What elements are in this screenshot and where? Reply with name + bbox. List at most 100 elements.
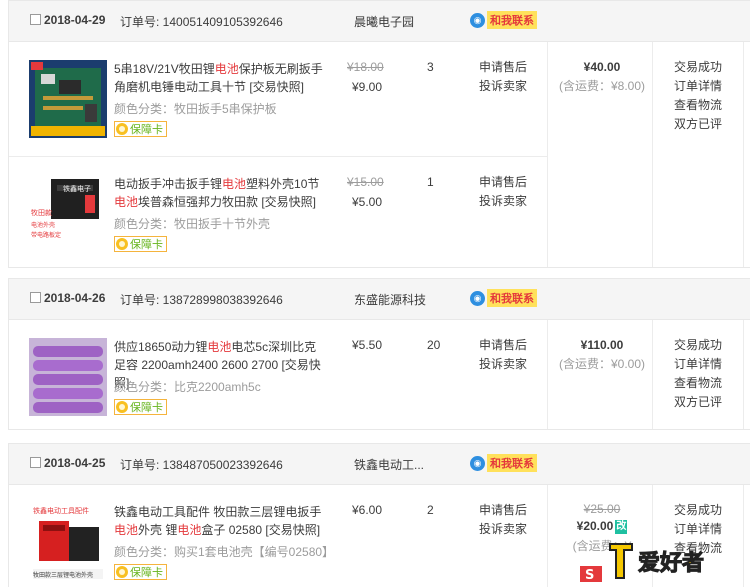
unit-price: ¥5.00	[352, 195, 383, 209]
order-number: 订单号: 138487050023392646	[120, 458, 283, 472]
order-item: 铁鑫电子 牧田款 电池外壳 带电路板定 电动扳手冲击扳手锂电池塑料外壳10节电池…	[9, 156, 547, 268]
quantity: 20	[427, 338, 441, 352]
order-item: 供应18650动力锂电池电芯5c深圳比克足容 2200amh2400 2600 …	[9, 320, 750, 430]
product-thumbnail[interactable]	[29, 338, 107, 416]
after-sales-links: 申请售后 投诉卖家	[479, 336, 527, 374]
review-status: 双方已评	[674, 395, 723, 409]
quantity: 2	[427, 503, 434, 517]
shipping-fee: (含运费：¥8.00)	[558, 79, 646, 93]
wangwang-icon: ◉	[470, 290, 485, 306]
column-divider	[652, 320, 653, 429]
trade-status: 交易成功	[674, 503, 723, 517]
svg-text:S: S	[585, 568, 594, 583]
price-changed-tag: 改	[615, 519, 628, 534]
column-divider	[547, 42, 548, 267]
product-thumbnail[interactable]	[29, 60, 107, 138]
order-status-links: 交易成功 订单详情 查看物流 双方已评	[674, 58, 722, 134]
product-thumbnail[interactable]: 铁鑫电动工具配件 牧田款三层锂电池外壳	[29, 503, 107, 581]
contact-seller-label: 和我联系	[487, 454, 537, 472]
after-sales-links: 申请售后 投诉卖家	[479, 173, 527, 211]
complain-seller-link[interactable]: 投诉卖家	[479, 192, 527, 211]
view-logistics-link[interactable]: 查看物流	[674, 96, 722, 115]
original-price: ¥18.00	[347, 60, 384, 74]
product-thumbnail[interactable]: 铁鑫电子 牧田款 电池外壳 带电路板定	[29, 175, 107, 253]
shield-badge-icon	[116, 238, 128, 250]
order-header: 2018-04-25 订单号: 138487050023392646 铁鑫电动工…	[9, 444, 750, 485]
contact-seller-label: 和我联系	[487, 289, 537, 307]
wangwang-icon: ◉	[470, 455, 485, 471]
apply-after-sales-link[interactable]: 申请售后	[479, 336, 527, 355]
shop-name[interactable]: 铁鑫电动工...	[354, 456, 424, 473]
order-detail-link[interactable]: 订单详情	[674, 520, 722, 539]
shop-name[interactable]: 晨曦电子园	[354, 13, 414, 30]
order-total: ¥110.00 (含运费：¥0.00)	[554, 338, 650, 372]
svg-text:铁鑫电动工具配件: 铁鑫电动工具配件	[33, 506, 89, 515]
product-sku: 颜色分类：购买1套电池壳【编号02580】	[114, 545, 335, 559]
product-sku: 颜色分类：牧田扳手5串保护板	[114, 102, 277, 116]
complain-seller-link[interactable]: 投诉卖家	[479, 355, 527, 374]
after-sales-links: 申请售后 投诉卖家	[479, 501, 527, 539]
apply-after-sales-link[interactable]: 申请售后	[479, 58, 527, 77]
shield-badge-icon	[116, 401, 128, 413]
order-date: 2018-04-25	[44, 456, 106, 470]
quantity: 3	[427, 60, 434, 74]
total-amount: ¥110.00	[580, 338, 624, 352]
product-title[interactable]: 铁鑫电动工具配件 牧田款三层锂电扳手电池外壳 锂电池盒子 02580 [交易快照…	[114, 503, 326, 539]
contact-seller-button[interactable]: ◉ 和我联系	[470, 289, 537, 307]
view-logistics-link[interactable]: 查看物流	[674, 374, 722, 393]
shield-badge-icon	[116, 566, 128, 578]
order-detail-link[interactable]: 订单详情	[674, 355, 722, 374]
guarantee-badge[interactable]: 保障卡	[114, 121, 167, 137]
column-divider	[743, 320, 744, 429]
guarantee-badge[interactable]: 保障卡	[114, 564, 167, 580]
guarantee-badge[interactable]: 保障卡	[114, 399, 167, 415]
order-card: 2018-04-29 订单号: 140051409105392646 晨曦电子园…	[8, 0, 750, 268]
trade-status: 交易成功	[674, 60, 723, 74]
wangwang-icon: ◉	[470, 12, 485, 28]
order-card: 2018-04-26 订单号: 138728998038392646 东盛能源科…	[8, 278, 750, 430]
order-number: 订单号: 140051409105392646	[120, 15, 283, 29]
watermark-logo: S 爱好者	[580, 538, 750, 587]
order-detail-link[interactable]: 订单详情	[674, 77, 722, 96]
svg-text:牧田款三层锂电池外壳: 牧田款三层锂电池外壳	[33, 571, 93, 579]
svg-text:带电路板定: 带电路板定	[31, 231, 61, 239]
quantity: 1	[427, 175, 434, 189]
order-header: 2018-04-29 订单号: 140051409105392646 晨曦电子园…	[9, 1, 750, 42]
shop-name[interactable]: 东盛能源科技	[354, 291, 426, 308]
checkbox-icon[interactable]	[30, 457, 41, 468]
shield-badge-icon	[116, 123, 128, 135]
product-title[interactable]: 电动扳手冲击扳手锂电池塑料外壳10节电池埃普森恒强邦力牧田款 [交易快照]	[114, 175, 326, 211]
unit-price: ¥9.00	[352, 80, 383, 94]
shipping-fee: (含运费：¥0.00)	[558, 357, 646, 371]
contact-seller-button[interactable]: ◉ 和我联系	[470, 454, 537, 472]
original-total: ¥25.00	[583, 502, 621, 516]
guarantee-badge[interactable]: 保障卡	[114, 236, 167, 252]
order-number: 订单号: 138728998038392646	[120, 293, 283, 307]
column-divider	[652, 42, 653, 267]
order-date: 2018-04-26	[44, 291, 106, 305]
original-price: ¥15.00	[347, 175, 384, 189]
product-title[interactable]: 5串18V/21V牧田锂电池保护板无刷扳手角磨机电锤电动工具十节 [交易快照]	[114, 60, 326, 96]
product-sku: 颜色分类：牧田扳手十节外壳	[114, 217, 271, 231]
svg-text:铁鑫电子: 铁鑫电子	[63, 184, 91, 193]
complain-seller-link[interactable]: 投诉卖家	[479, 520, 527, 539]
trade-status: 交易成功	[674, 338, 723, 352]
total-amount: ¥40.00	[583, 60, 621, 74]
checkbox-icon[interactable]	[30, 14, 41, 25]
review-status: 双方已评	[674, 117, 723, 131]
complain-seller-link[interactable]: 投诉卖家	[479, 77, 527, 96]
contact-seller-button[interactable]: ◉ 和我联系	[470, 11, 537, 29]
after-sales-links: 申请售后 投诉卖家	[479, 58, 527, 96]
apply-after-sales-link[interactable]: 申请售后	[479, 501, 527, 520]
svg-text:牧田款: 牧田款	[31, 208, 52, 217]
column-divider	[547, 485, 548, 587]
checkbox-icon[interactable]	[30, 292, 41, 303]
column-divider	[743, 42, 744, 267]
order-header: 2018-04-26 订单号: 138728998038392646 东盛能源科…	[9, 279, 750, 320]
order-total: ¥40.00 (含运费：¥8.00)	[554, 60, 650, 94]
product-sku: 颜色分类：比克2200amh5c	[114, 380, 261, 394]
unit-price: ¥5.50	[352, 338, 383, 352]
svg-text:电池外壳: 电池外壳	[31, 221, 55, 229]
order-status-links: 交易成功 订单详情 查看物流 双方已评	[674, 336, 722, 412]
apply-after-sales-link[interactable]: 申请售后	[479, 173, 527, 192]
